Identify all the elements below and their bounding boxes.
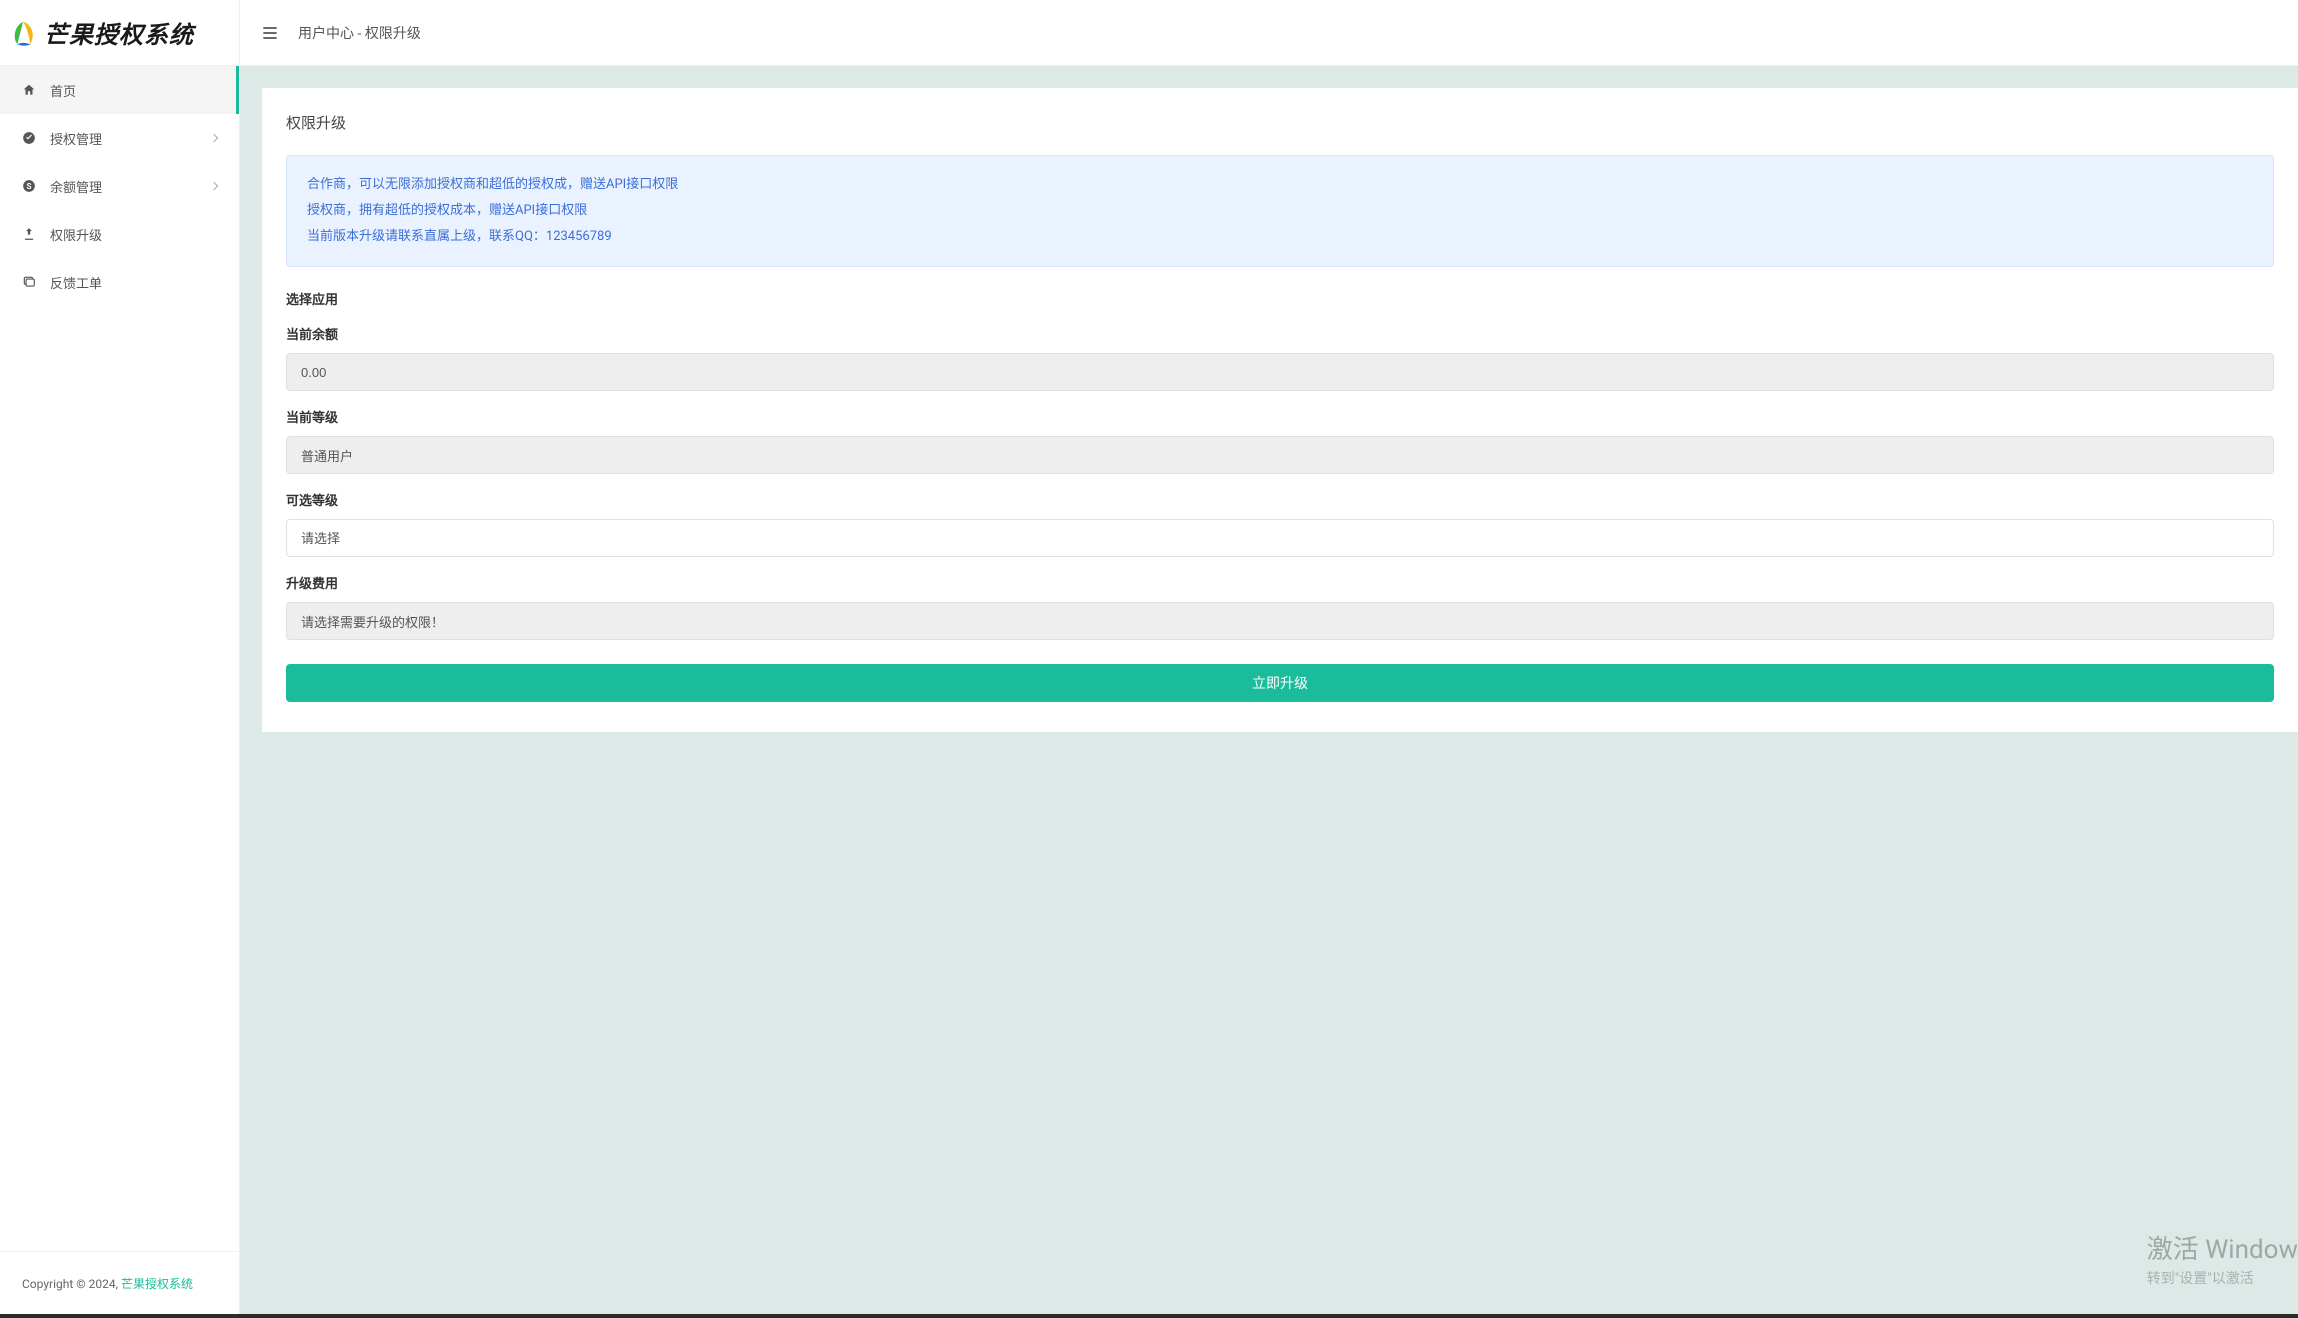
sidebar-nav: 首页 授权管理 S 余额管理 权限升级 反馈工单 (0, 66, 239, 1251)
chevron-right-icon (210, 134, 218, 142)
price-field (286, 602, 2274, 640)
card-title: 权限升级 (286, 112, 2274, 133)
svg-text:S: S (26, 181, 31, 191)
home-icon (22, 83, 36, 97)
chevron-right-icon (210, 182, 218, 190)
sidebar-item-label: 反馈工单 (50, 273, 102, 292)
sidebar: 芒果授权系统 首页 授权管理 S 余额管理 权限升级 反馈工单 Copyrigh… (0, 0, 240, 1318)
sidebar-item-auth-manage[interactable]: 授权管理 (0, 114, 239, 162)
info-alert: 合作商，可以无限添加授权商和超低的授权成，赠送API接口权限 授权商，拥有超低的… (286, 155, 2274, 267)
sidebar-item-balance-manage[interactable]: S 余额管理 (0, 162, 239, 210)
breadcrumb: 用户中心 - 权限升级 (298, 23, 421, 43)
brand-name: 芒果授权系统 (44, 15, 194, 50)
upgrade-icon (22, 227, 36, 241)
form-group-available-level: 可选等级 请选择 (286, 490, 2274, 557)
watermark-title: 激活 Window (2147, 1229, 2298, 1266)
bottom-bar (0, 1314, 2298, 1318)
submit-button[interactable]: 立即升级 (286, 664, 2274, 702)
form-group-price: 升级费用 (286, 573, 2274, 640)
header: 用户中心 - 权限升级 (240, 0, 2298, 66)
watermark-sub: 转到"设置"以激活 (2147, 1268, 2298, 1288)
sidebar-item-upgrade[interactable]: 权限升级 (0, 210, 239, 258)
sidebar-item-home[interactable]: 首页 (0, 66, 239, 114)
logo-area: 芒果授权系统 (0, 0, 239, 66)
copyright-link[interactable]: 芒果授权系统 (121, 1277, 193, 1291)
copyright-prefix: Copyright © 2024, (22, 1277, 121, 1291)
upgrade-card: 权限升级 合作商，可以无限添加授权商和超低的授权成，赠送API接口权限 授权商，… (262, 88, 2298, 732)
sidebar-item-ticket[interactable]: 反馈工单 (0, 258, 239, 306)
alert-line: 当前版本升级请联系直属上级，联系QQ：123456789 (307, 224, 2253, 250)
coin-icon: S (22, 179, 36, 193)
label-balance: 当前余额 (286, 324, 2274, 343)
current-level-field (286, 436, 2274, 474)
label-select-app: 选择应用 (286, 289, 2274, 308)
form-group-balance: 当前余额 (286, 324, 2274, 391)
ticket-icon (22, 275, 36, 289)
form-group-current-level: 当前等级 (286, 407, 2274, 474)
sidebar-item-label: 余额管理 (50, 177, 102, 196)
available-level-select[interactable]: 请选择 (286, 519, 2274, 557)
windows-activation-watermark: 激活 Window 转到"设置"以激活 (2147, 1229, 2298, 1288)
brand-logo-icon (8, 18, 38, 48)
alert-line: 授权商，拥有超低的授权成本，赠送API接口权限 (307, 198, 2253, 224)
form-group-select-app: 选择应用 (286, 289, 2274, 308)
check-circle-icon (22, 131, 36, 145)
label-current-level: 当前等级 (286, 407, 2274, 426)
balance-field (286, 353, 2274, 391)
alert-line: 合作商，可以无限添加授权商和超低的授权成，赠送API接口权限 (307, 172, 2253, 198)
main-content: 权限升级 合作商，可以无限添加授权商和超低的授权成，赠送API接口权限 授权商，… (240, 0, 2298, 732)
sidebar-item-label: 权限升级 (50, 225, 102, 244)
label-price: 升级费用 (286, 573, 2274, 592)
sidebar-item-label: 首页 (50, 81, 76, 100)
label-available-level: 可选等级 (286, 490, 2274, 509)
sidebar-footer: Copyright © 2024, 芒果授权系统 (0, 1251, 239, 1318)
sidebar-item-label: 授权管理 (50, 129, 102, 148)
menu-toggle-icon[interactable] (260, 23, 280, 43)
